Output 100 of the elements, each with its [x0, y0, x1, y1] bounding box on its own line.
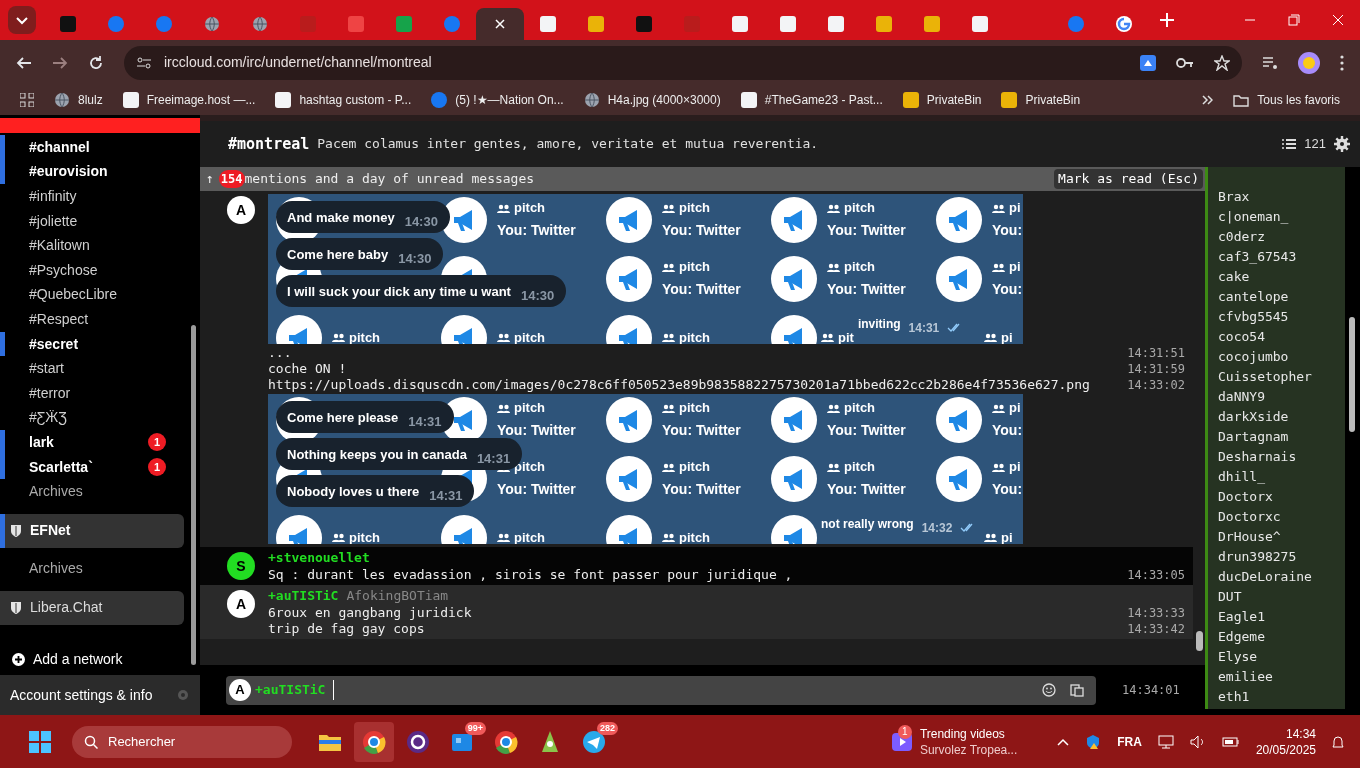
channel-item[interactable]: #secret	[0, 331, 188, 357]
user-name[interactable]: dhill_	[1218, 467, 1265, 487]
chevron-double-icon[interactable]	[1201, 94, 1214, 106]
channel-item[interactable]: #infinity	[0, 184, 188, 209]
chrome-icon[interactable]	[362, 729, 386, 754]
user-nick[interactable]: +stvenouellet	[268, 548, 370, 568]
bookmark[interactable]: H4a.jpg (4000×3000)	[583, 91, 721, 109]
list-icon[interactable]	[1282, 138, 1297, 150]
forward-icon[interactable]	[52, 54, 68, 71]
key-icon[interactable]	[1176, 56, 1194, 69]
new-tab-icon[interactable]	[1160, 13, 1174, 27]
user-name[interactable]: cake	[1218, 267, 1250, 287]
network-name[interactable]: Libera.Chat	[30, 597, 103, 618]
channel-item[interactable]: #ƸӜƷ	[0, 405, 188, 431]
scrollbar-thumb[interactable]	[191, 325, 196, 665]
clock-time[interactable]: 14:34	[1285, 725, 1316, 742]
channel-name[interactable]: #terror	[29, 382, 71, 404]
channel-name[interactable]: #infinity	[29, 186, 77, 207]
user-name[interactable]: Eagle1	[1218, 607, 1265, 627]
language-indicator[interactable]: FRA	[1117, 732, 1142, 751]
scrollbar-thumb[interactable]	[1349, 317, 1355, 432]
user-name[interactable]: drun398275	[1218, 547, 1297, 567]
channel-item[interactable]: #start	[0, 356, 188, 381]
all-bookmarks-button[interactable]: Tous les favoris	[1233, 91, 1340, 109]
add-network-link[interactable]: Add a network	[0, 648, 188, 670]
user-name[interactable]: Cuissetopher	[1218, 367, 1312, 387]
channel-name[interactable]: #Respect	[29, 308, 89, 330]
channel-item[interactable]: #Psychose	[0, 257, 188, 283]
speaker-icon[interactable]	[1189, 734, 1206, 749]
menu-icon[interactable]	[1340, 54, 1344, 71]
user-name[interactable]: darkXside	[1218, 407, 1289, 427]
user-name[interactable]: DrHouse^	[1218, 527, 1281, 547]
channel-name[interactable]: #joliette	[29, 210, 78, 232]
bookmark[interactable]: 8lulz	[54, 91, 103, 109]
shield-icon[interactable]	[1085, 733, 1102, 750]
channel-name[interactable]: #start	[29, 358, 64, 380]
unread-bar[interactable]: ↑ 154 mentions and a day of unread messages Mark as read (Esc)	[200, 167, 1205, 191]
channel-item[interactable]: Archives	[0, 479, 188, 504]
chevron-up-icon[interactable]	[1057, 737, 1070, 746]
emoji-icon[interactable]	[1042, 683, 1056, 697]
channel-name[interactable]: #channel	[29, 136, 90, 158]
close-icon[interactable]	[1332, 14, 1344, 26]
search-icon[interactable]	[84, 734, 98, 749]
channel-name[interactable]: Scarletta`	[29, 456, 93, 478]
extension-icon[interactable]	[1140, 54, 1156, 71]
scrollbar-thumb[interactable]	[1196, 631, 1203, 651]
channel-item[interactable]: #joliette	[0, 208, 188, 234]
user-name[interactable]: c0derz	[1218, 227, 1265, 247]
channel-name[interactable]: #Psychose	[29, 259, 98, 281]
user-name[interactable]: Doctorxc	[1218, 507, 1281, 527]
settings-icon[interactable]	[1334, 136, 1350, 152]
star-icon[interactable]	[1214, 54, 1230, 71]
mark-as-read-button[interactable]: Mark as read (Esc)	[1054, 169, 1203, 189]
folder-icon[interactable]	[1233, 93, 1250, 107]
channel-item[interactable]: #Kalitown	[0, 233, 188, 258]
channel-name[interactable]: #eurovision	[29, 161, 108, 183]
network-header[interactable]: EFNet	[0, 513, 184, 548]
site-settings-icon[interactable]	[136, 54, 152, 71]
user-name[interactable]: DUT	[1218, 587, 1242, 607]
network-header[interactable]: Libera.Chat	[0, 590, 184, 625]
user-name[interactable]: Desharnais	[1218, 447, 1297, 467]
bookmark[interactable]: #TheGame23 - Past...	[740, 91, 883, 109]
address-bar[interactable]: irccloud.com/irc/undernet/channel/montreal	[124, 45, 1242, 80]
user-name[interactable]: Elyse	[1218, 647, 1258, 667]
browser-tab[interactable]	[476, 8, 524, 40]
channel-item[interactable]: #eurovision	[0, 159, 188, 185]
search-field[interactable]: Rechercher	[72, 725, 292, 758]
apps-grid-icon[interactable]	[20, 93, 34, 107]
reload-icon[interactable]	[88, 54, 104, 71]
profile-avatar-icon[interactable]	[1298, 51, 1320, 74]
channel-name[interactable]: Archives	[29, 557, 83, 579]
telegram-icon[interactable]	[582, 729, 606, 754]
plus-circle-icon[interactable]	[12, 652, 25, 666]
user-name[interactable]: cantelope	[1218, 287, 1289, 307]
notification-icon[interactable]	[1332, 734, 1344, 749]
user-name[interactable]: Brax	[1218, 187, 1250, 207]
battery-icon[interactable]	[1221, 736, 1240, 747]
media-icon[interactable]	[1262, 55, 1278, 70]
taskbar-app[interactable]	[354, 721, 394, 762]
clock-date[interactable]: 20/05/2025	[1255, 741, 1316, 758]
channel-name[interactable]: #secret	[29, 333, 79, 355]
channel-item[interactable]: #Respect	[0, 307, 188, 332]
tab-search-icon[interactable]	[8, 6, 36, 34]
message-input[interactable]: A +auTISTiC	[226, 675, 1096, 705]
network-name[interactable]: EFNet	[30, 520, 71, 542]
user-name[interactable]: c|oneman_	[1218, 207, 1289, 227]
user-name[interactable]: Dartagnam	[1218, 427, 1289, 447]
channel-item[interactable]: #QuebecLibre	[0, 282, 188, 308]
user-name[interactable]: coco54	[1218, 327, 1265, 347]
channel-name[interactable]: Archives	[29, 481, 83, 503]
user-name[interactable]: daNNY9	[1218, 387, 1265, 407]
bookmark[interactable]: hashtag custom - P...	[275, 91, 412, 109]
windows-icon[interactable]	[28, 729, 52, 754]
channel-name[interactable]: #Kalitown	[29, 235, 90, 257]
paste-icon[interactable]	[1070, 683, 1084, 697]
user-name[interactable]: emiliee	[1218, 667, 1273, 687]
user-nick[interactable]: +auTISTiC	[268, 586, 339, 606]
back-icon[interactable]	[16, 54, 32, 71]
channel-item[interactable]: #channel	[0, 135, 188, 160]
close-icon[interactable]	[495, 19, 505, 29]
